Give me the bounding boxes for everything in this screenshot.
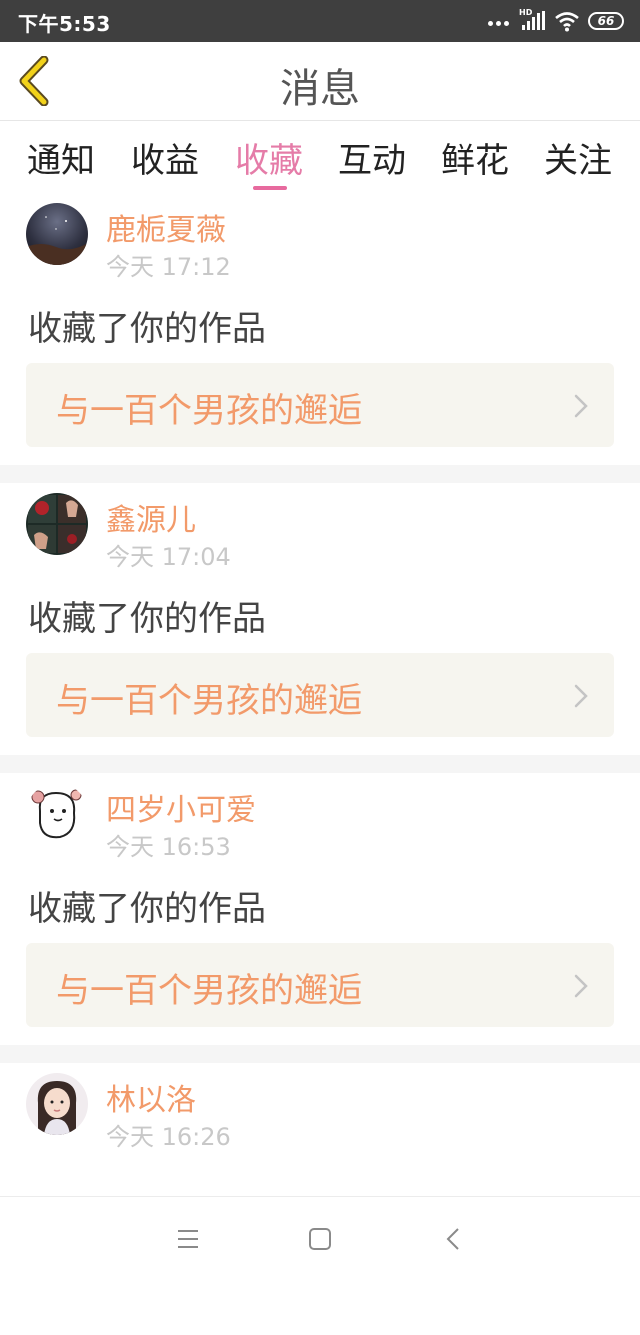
message-time: 今天 16:26 <box>106 1123 231 1151</box>
message-action: 收藏了你的作品 <box>28 889 266 929</box>
wifi-icon <box>555 12 579 32</box>
list-item: 鑫源儿 今天 17:04 收藏了你的作品 与一百个男孩的邂逅 <box>0 483 640 755</box>
page-title: 消息 <box>280 66 360 112</box>
tab-interactions[interactable]: 互动 <box>327 133 417 182</box>
message-list: 鹿栀夏薇 今天 17:12 收藏了你的作品 与一百个男孩的邂逅 鑫源儿 今天 1… <box>0 193 640 1335</box>
message-time: 今天 17:04 <box>106 543 231 571</box>
divider <box>0 755 640 773</box>
work-title: 与一百个男孩的邂逅 <box>56 971 362 1011</box>
avatar[interactable] <box>26 783 88 845</box>
avatar[interactable] <box>26 1073 88 1135</box>
tab-notifications[interactable]: 通知 <box>16 133 106 182</box>
username[interactable]: 四岁小可爱 <box>106 785 256 829</box>
active-tab-indicator <box>253 186 287 190</box>
list-item: 四岁小可爱 今天 16:53 收藏了你的作品 与一百个男孩的邂逅 <box>0 773 640 1045</box>
message-time: 今天 17:12 <box>106 253 231 281</box>
work-link[interactable]: 与一百个男孩的邂逅 <box>26 653 614 737</box>
menu-icon[interactable] <box>168 1219 208 1259</box>
message-time: 今天 16:53 <box>106 833 231 861</box>
message-action: 收藏了你的作品 <box>28 599 266 639</box>
status-time: 下午5:53 <box>18 12 111 36</box>
tab-flowers[interactable]: 鲜花 <box>430 133 520 182</box>
divider <box>0 465 640 483</box>
chevron-right-icon <box>574 974 588 998</box>
username[interactable]: 鹿栀夏薇 <box>106 205 226 249</box>
battery-icon: 66 <box>588 12 624 30</box>
chevron-right-icon <box>574 684 588 708</box>
activity-dots-icon <box>488 16 510 26</box>
avatar[interactable] <box>26 493 88 555</box>
home-square-icon[interactable] <box>300 1219 340 1259</box>
divider <box>0 1045 640 1063</box>
chevron-right-icon <box>574 394 588 418</box>
list-item: 鹿栀夏薇 今天 17:12 收藏了你的作品 与一百个男孩的邂逅 <box>0 193 640 465</box>
tab-earnings[interactable]: 收益 <box>120 133 210 182</box>
work-link[interactable]: 与一百个男孩的邂逅 <box>26 943 614 1027</box>
signal-icon: HD <box>518 8 546 32</box>
battery-level: 66 <box>597 14 615 28</box>
work-title: 与一百个男孩的邂逅 <box>56 391 362 431</box>
status-bar: 下午5:53 HD 66 <box>0 0 640 42</box>
work-title: 与一百个男孩的邂逅 <box>56 681 362 721</box>
app-header: 消息 <box>0 42 640 121</box>
work-link[interactable]: 与一百个男孩的邂逅 <box>26 363 614 447</box>
nav-back-icon[interactable] <box>434 1219 474 1259</box>
tab-follows[interactable]: 关注 <box>533 133 623 182</box>
status-icons: HD 66 <box>488 8 624 34</box>
network-type-label: HD <box>519 8 533 17</box>
username[interactable]: 鑫源儿 <box>106 495 196 539</box>
tab-favorites[interactable]: 收藏 <box>224 133 314 182</box>
tab-bar: 通知 收益 收藏 互动 鲜花 关注 <box>0 121 640 193</box>
username[interactable]: 林以洛 <box>106 1075 196 1119</box>
message-action: 收藏了你的作品 <box>28 309 266 349</box>
system-nav-bar <box>0 1196 640 1281</box>
avatar[interactable] <box>26 203 88 265</box>
